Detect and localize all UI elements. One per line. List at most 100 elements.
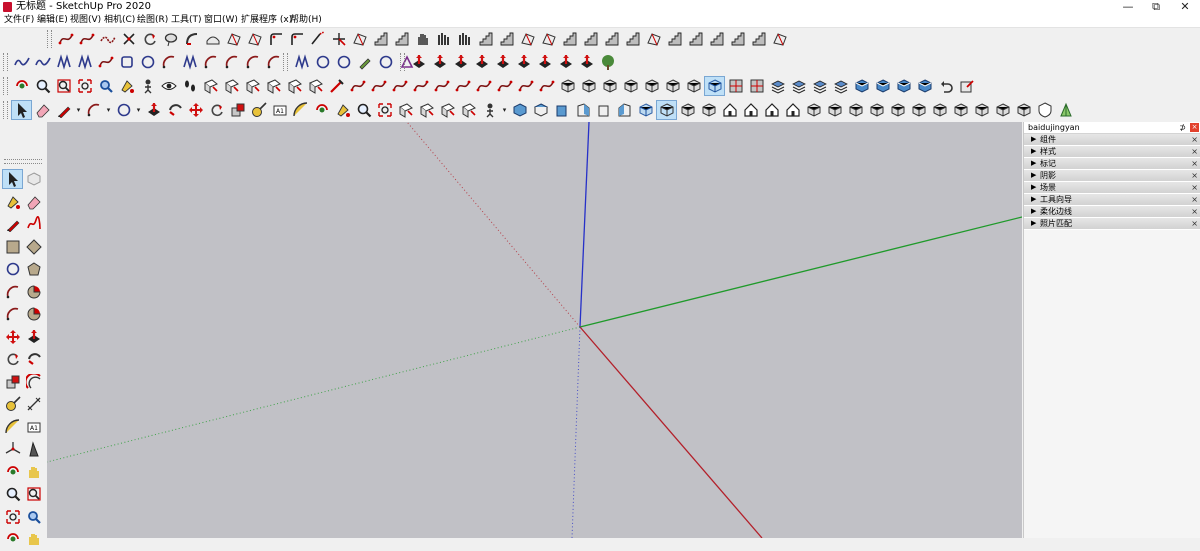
view-button[interactable] — [872, 76, 893, 96]
cube-button[interactable] — [557, 76, 578, 96]
hand-button[interactable] — [412, 29, 433, 49]
zoom-extents-button[interactable] — [2, 507, 23, 527]
toolbar-grip[interactable] — [3, 77, 8, 95]
lasso-button[interactable] — [160, 29, 181, 49]
drawing-canvas[interactable] — [47, 122, 1022, 538]
wireframe-button[interactable] — [656, 100, 677, 120]
circle-button[interactable] — [2, 259, 23, 279]
move-button[interactable] — [185, 100, 206, 120]
stair-button[interactable] — [475, 29, 496, 49]
push-button[interactable] — [471, 52, 492, 72]
eraser-button[interactable] — [23, 192, 44, 212]
protractor-button[interactable] — [2, 417, 23, 437]
pin-icon[interactable]: ⊅ — [1179, 122, 1186, 133]
arc-button[interactable] — [263, 52, 284, 72]
menu-window[interactable]: 窗口(W) — [204, 14, 238, 27]
circle-button[interactable] — [375, 52, 396, 72]
zoom-button[interactable] — [32, 76, 53, 96]
view-top-button[interactable] — [530, 100, 551, 120]
curve-button[interactable] — [347, 76, 368, 96]
zigzag-button[interactable] — [74, 52, 95, 72]
polygon-button[interactable] — [23, 259, 44, 279]
dropdown-caret-icon[interactable]: ▾ — [500, 100, 509, 120]
layers-button[interactable] — [788, 76, 809, 96]
panel-instructor[interactable]: ▶ 工具向导 × — [1024, 194, 1200, 206]
dropdown-caret-icon[interactable]: ▾ — [104, 100, 113, 120]
cube-button[interactable] — [950, 100, 971, 120]
trim-button[interactable] — [328, 29, 349, 49]
push-button[interactable] — [513, 52, 534, 72]
eye-button[interactable] — [158, 76, 179, 96]
section-button[interactable] — [284, 76, 305, 96]
panel-styles[interactable]: ▶ 样式 × — [1024, 146, 1200, 158]
cube-button[interactable] — [578, 76, 599, 96]
cube-button[interactable] — [803, 100, 824, 120]
shape-button[interactable] — [202, 29, 223, 49]
dropdown-caret-icon[interactable]: ▾ — [74, 100, 83, 120]
text-button[interactable]: A1 — [269, 100, 290, 120]
select-button[interactable] — [2, 169, 23, 190]
offset-button[interactable] — [23, 372, 44, 392]
panel-close-icon[interactable]: × — [1191, 206, 1198, 217]
cube-button[interactable] — [908, 100, 929, 120]
curve-button[interactable] — [536, 76, 557, 96]
circle-button[interactable] — [312, 52, 333, 72]
arc-button[interactable] — [242, 52, 263, 72]
curve-button[interactable] — [368, 76, 389, 96]
zigzag-button[interactable] — [53, 52, 74, 72]
view-button[interactable] — [893, 76, 914, 96]
spline-button[interactable] — [97, 29, 118, 49]
push-button[interactable] — [576, 52, 597, 72]
circle-button[interactable] — [113, 100, 134, 120]
cube-button[interactable] — [620, 76, 641, 96]
select-button[interactable] — [11, 100, 32, 120]
circle-button[interactable] — [333, 52, 354, 72]
panel-soften-edges[interactable]: ▶ 柔化边线 × — [1024, 206, 1200, 218]
home-button[interactable] — [761, 100, 782, 120]
panel-close-icon[interactable]: × — [1191, 134, 1198, 145]
tree-button[interactable] — [597, 52, 618, 72]
view-iso-button[interactable] — [509, 100, 530, 120]
toolbar-grip[interactable] — [400, 53, 405, 71]
panel-close-icon[interactable]: × — [1191, 146, 1198, 157]
3dtext-button[interactable] — [23, 439, 44, 459]
zoom-button[interactable] — [2, 484, 23, 504]
tray-close-button[interactable]: × — [1190, 123, 1199, 132]
section-button[interactable] — [395, 100, 416, 120]
cube-button[interactable] — [662, 76, 683, 96]
section-button[interactable] — [242, 76, 263, 96]
layers-button[interactable] — [809, 76, 830, 96]
stair-button[interactable] — [727, 29, 748, 49]
zoom-button[interactable] — [353, 100, 374, 120]
cube-button[interactable] — [824, 100, 845, 120]
wave-button[interactable] — [32, 52, 53, 72]
section-button[interactable] — [305, 76, 326, 96]
bars-button[interactable] — [454, 29, 475, 49]
tape-button[interactable] — [248, 100, 269, 120]
arc-button[interactable] — [200, 52, 221, 72]
eraser-button[interactable] — [32, 100, 53, 120]
home-button[interactable] — [740, 100, 761, 120]
close-button[interactable]: ✕ — [1170, 0, 1200, 14]
zoom-extents-button[interactable] — [74, 76, 95, 96]
export-button[interactable] — [956, 76, 977, 96]
tape-button[interactable] — [2, 394, 23, 414]
pen-button[interactable] — [354, 52, 375, 72]
home-button[interactable] — [719, 100, 740, 120]
bars-button[interactable] — [433, 29, 454, 49]
layers-button[interactable] — [767, 76, 788, 96]
panel-tags[interactable]: ▶ 标记 × — [1024, 158, 1200, 170]
panel-close-icon[interactable]: × — [1191, 158, 1198, 169]
push-button[interactable] — [143, 100, 164, 120]
maximize-button[interactable]: ⧉ — [1141, 0, 1171, 14]
person-button[interactable] — [479, 100, 500, 120]
zoom-window-button[interactable] — [23, 484, 44, 504]
menu-draw[interactable]: 绘图(R) — [137, 14, 168, 27]
home-button[interactable] — [782, 100, 803, 120]
curve-button[interactable] — [76, 29, 97, 49]
stair-button[interactable] — [601, 29, 622, 49]
curve-button[interactable] — [452, 76, 473, 96]
pan-button[interactable] — [23, 462, 44, 482]
panel-close-icon[interactable]: × — [1191, 218, 1198, 229]
undo-button[interactable] — [935, 76, 956, 96]
